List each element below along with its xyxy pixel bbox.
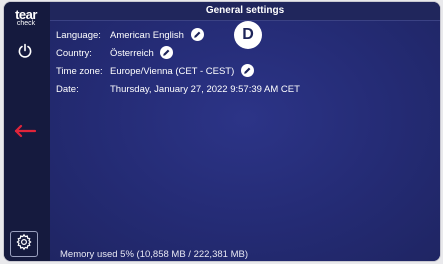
power-icon <box>17 43 33 64</box>
arrow-left-icon <box>13 124 37 143</box>
date-value: Thursday, January 27, 2022 9:57:39 AM CE… <box>110 84 300 95</box>
edit-country-button[interactable] <box>160 45 174 59</box>
settings-button[interactable] <box>10 231 38 257</box>
power-button[interactable] <box>13 42 37 64</box>
language-row: Language: American English <box>56 27 204 44</box>
timezone-value: Europe/Vienna (CET - CEST) <box>110 66 235 77</box>
edit-language-button[interactable] <box>190 27 204 41</box>
date-label: Date: <box>56 84 79 95</box>
edit-timezone-button[interactable] <box>240 63 254 77</box>
timezone-row: Time zone: Europe/Vienna (CET - CEST) <box>56 63 254 80</box>
country-row: Country: Österreich <box>56 45 174 62</box>
language-value: American English <box>110 30 184 41</box>
gear-icon <box>15 233 33 256</box>
date-row: Date: Thursday, January 27, 2022 9:57:39 … <box>56 82 300 98</box>
timezone-label: Time zone: <box>56 66 103 77</box>
back-button[interactable] <box>10 122 40 144</box>
country-label: Country: <box>56 48 92 59</box>
sidebar: tear check <box>4 2 46 261</box>
callout-marker: D <box>234 21 262 49</box>
logo: tear check <box>9 8 43 27</box>
panel-title: General settings <box>50 2 440 21</box>
language-label: Language: <box>56 30 101 41</box>
memory-usage: Memory used 5% (10,858 MB / 222,381 MB) <box>60 249 248 260</box>
country-value: Österreich <box>110 48 154 59</box>
general-settings-panel: General settings Language: American Engli… <box>50 2 440 261</box>
device-screen: tear check General settings Language: Am… <box>4 2 440 261</box>
